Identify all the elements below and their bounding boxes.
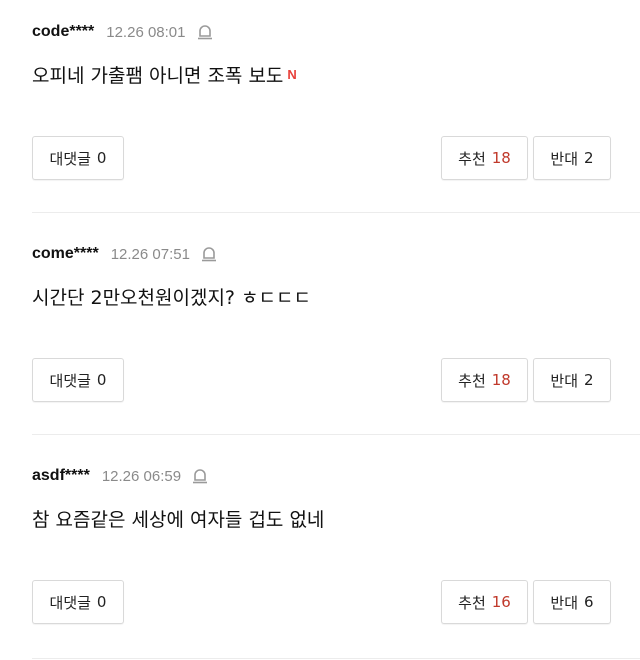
comment-text: 참 요즘같은 세상에 여자들 겁도 없네 [32, 504, 324, 532]
oppose-count: 2 [584, 149, 594, 167]
oppose-label: 반대 [550, 149, 579, 168]
reply-button[interactable]: 대댓글 0 [32, 136, 124, 180]
new-badge: N [287, 66, 297, 82]
oppose-button[interactable]: 반대 2 [533, 358, 611, 402]
comment-body: 시간단 2만오천원이겠지? ㅎㄷㄷㄷ [32, 286, 311, 309]
reply-count: 0 [96, 371, 107, 389]
comment-divider [32, 212, 640, 213]
comment-body: 오피네 가출팸 아니면 조폭 보도 [32, 64, 284, 87]
oppose-button[interactable]: 반대 6 [533, 580, 611, 624]
oppose-count: 2 [584, 371, 594, 389]
comment-item: asdf**** 12.26 06:59 참 요즘같은 세상에 여자들 겁도 없… [0, 436, 640, 660]
oppose-button[interactable]: 반대 2 [533, 136, 611, 180]
comment-item: come**** 12.26 07:51 시간단 2만오천원이겠지? ㅎㄷㄷㄷ … [0, 214, 640, 436]
reply-label: 대댓글 [49, 593, 91, 612]
recommend-count: 16 [491, 593, 511, 611]
recommend-count: 18 [491, 371, 511, 389]
reply-button[interactable]: 대댓글 0 [32, 358, 124, 402]
recommend-label: 추천 [458, 593, 486, 612]
reply-button[interactable]: 대댓글 0 [32, 580, 124, 624]
recommend-button[interactable]: 추천 18 [441, 358, 528, 402]
reply-count: 0 [96, 593, 107, 611]
comment-username: come**** [32, 245, 99, 262]
reply-label: 대댓글 [49, 371, 91, 390]
bell-icon[interactable] [196, 23, 214, 41]
comment-divider [32, 658, 640, 659]
comment-divider [32, 434, 640, 435]
comment-item: code**** 12.26 08:01 오피네 가출팸 아니면 조폭 보도 N… [0, 0, 640, 214]
bell-icon[interactable] [191, 467, 209, 485]
recommend-count: 18 [491, 149, 511, 167]
oppose-label: 반대 [550, 593, 579, 612]
comment-text: 시간단 2만오천원이겠지? ㅎㄷㄷㄷ [32, 282, 311, 310]
comment-username: asdf**** [32, 467, 90, 484]
recommend-button[interactable]: 추천 18 [441, 136, 528, 180]
reply-count: 0 [96, 149, 107, 167]
comment-text: 오피네 가출팸 아니면 조폭 보도 N [32, 60, 297, 88]
bell-icon[interactable] [200, 245, 218, 263]
oppose-count: 6 [584, 593, 594, 611]
recommend-label: 추천 [458, 149, 486, 168]
comment-timestamp: 12.26 08:01 [106, 23, 186, 41]
comment-meta: code**** 12.26 08:01 [32, 22, 214, 42]
comment-username: code**** [32, 23, 95, 40]
reply-label: 대댓글 [49, 149, 91, 168]
oppose-label: 반대 [550, 371, 579, 390]
comment-meta: asdf**** 12.26 06:59 [32, 466, 209, 486]
recommend-label: 추천 [458, 371, 486, 390]
recommend-button[interactable]: 추천 16 [441, 580, 528, 624]
comment-meta: come**** 12.26 07:51 [32, 244, 218, 264]
comment-timestamp: 12.26 06:59 [101, 467, 182, 485]
comment-timestamp: 12.26 07:51 [110, 245, 190, 263]
comment-body: 참 요즘같은 세상에 여자들 겁도 없네 [32, 508, 325, 531]
